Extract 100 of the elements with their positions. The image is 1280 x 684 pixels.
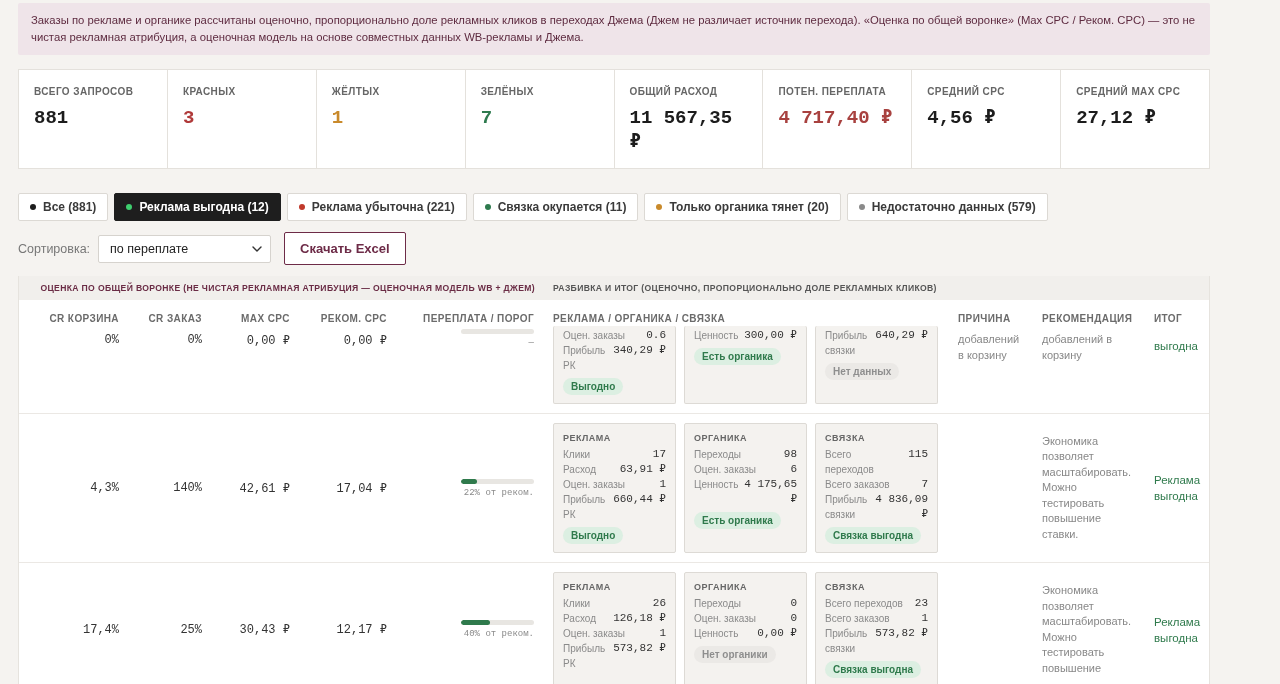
filter-tab[interactable]: Недостаточно данных (579) [846, 193, 1048, 221]
table-cell: 30,43 ₽ [239, 623, 290, 637]
info-notice: Заказы по рекламе и органике рассчитаны оценочно, пропорционально доле рекламных кликов в переходах Джема (Джем не различает источник перехода). «Оценка по общей воронке» (Max CPC / Реком. CPC) — это не чистая рекламная атрибуция, а оценочная модель на основе совместных данных WB-рекламы и Джема. [18, 3, 1210, 55]
stat-label: СРЕДНИЙ CPC [927, 86, 1005, 98]
card-title: ОРГАНИКА [694, 581, 747, 593]
metric-label: Оцен. заказы [563, 478, 625, 492]
status-badge: Есть органика [694, 348, 781, 365]
filter-tab[interactable]: Реклама выгодна (12) [114, 193, 281, 221]
metric-label: Расход [563, 463, 596, 477]
column-header: ПЕРЕПЛАТА / ПОРОГ [422, 313, 535, 324]
table-cell: 12,17 ₽ [336, 623, 387, 637]
metric-label: Оцен. заказы [694, 612, 756, 626]
progress-reading: 40% от реком. [463, 629, 534, 639]
stat-label: ПОТЕН. ПЕРЕПЛАТА [778, 86, 887, 98]
stat-value: 27,12 ₽ [1076, 106, 1156, 130]
metric-label: Прибыль РК [563, 642, 607, 671]
metric-value: 126,18 ₽ [613, 611, 666, 626]
chevron-down-icon [252, 245, 263, 252]
metric-value: 4 836,09 ₽ [874, 492, 928, 522]
metric-value: 340,29 ₽ [613, 343, 666, 358]
card-title: РЕКЛАМА [563, 432, 611, 444]
metric-value: 7 [921, 477, 928, 492]
card-title: РЕКЛАМА [563, 581, 611, 593]
status-badge: Нет данных [825, 363, 900, 380]
metric-value: 0 [790, 611, 797, 626]
metric-label: Прибыль РК [563, 344, 607, 373]
metric-label: Всего заказов [825, 478, 890, 492]
metric-label: Клики [563, 448, 591, 462]
status-badge: Связка выгодна [825, 661, 922, 678]
status-badge: Выгодно [563, 378, 624, 395]
column-header: CR КОРЗИНА [48, 313, 120, 324]
recommendation-text: Экономика позволяет масштабировать. Можно тестировать повышение [1042, 584, 1132, 674]
filter-tab[interactable]: Все (881) [18, 193, 109, 221]
metric-value: 300,00 ₽ [744, 328, 797, 343]
table-cell: 4,3% [90, 481, 119, 495]
stat-value: 881 [34, 106, 69, 130]
stat-label: ОБЩИЙ РАСХОД [629, 86, 718, 98]
result-text: выгодна [1154, 340, 1198, 352]
card-title: СВЯЗКА [825, 432, 865, 444]
column-header: ПРИЧИНА [957, 313, 1012, 324]
export-button[interactable]: Скачать Excel [284, 232, 406, 265]
metric-label: Всего переходов [825, 597, 903, 611]
column-header: MAX CPC [240, 313, 291, 324]
stat-label: ВСЕГО ЗАПРОСОВ [34, 86, 134, 98]
metric-value: 660,44 ₽ [613, 492, 666, 507]
metric-value: 6 [790, 462, 797, 477]
metric-label: Всего заказов [825, 612, 890, 626]
card-title: ОРГАНИКА [694, 432, 747, 444]
metric-label: Прибыль связки [825, 329, 869, 358]
metric-value: 0.6 [646, 328, 666, 343]
metric-label: Оцен. заказы [563, 627, 625, 641]
stat-value: 7 [480, 106, 493, 130]
metric-value: 26 [652, 596, 666, 611]
status-badge: Есть органика [694, 512, 781, 529]
result-text: Реклама выгодна [1154, 474, 1201, 502]
recommendation-text: Экономика позволяет масштабировать. Можно тестировать повышение ставки. [1042, 434, 1132, 540]
group-header: РАЗБИВКА И ИТОГ (ОЦЕНОЧНО, ПРОПОРЦИОНАЛЬНО ДОЛЕ РЕКЛАМНЫХ КЛИКОВ) [552, 283, 938, 293]
filter-tab[interactable]: Реклама убыточна (221) [286, 193, 467, 221]
status-badge: Связка выгодна [825, 527, 922, 544]
sort-select[interactable]: по переплате [98, 234, 272, 263]
stat-value: 4 717,40 ₽ [778, 106, 893, 130]
reason-text: добавлений в корзину [958, 333, 1020, 361]
stat-value: 4,56 ₽ [927, 106, 996, 130]
status-badge: Нет органики [694, 646, 776, 663]
metric-value: 98 [783, 447, 797, 462]
filter-tab[interactable]: Связка окупается (11) [472, 193, 639, 221]
table-cell: 0,00 ₽ [246, 334, 290, 348]
metric-label: Ценность [694, 329, 739, 343]
result-text: Реклама выгодна [1154, 615, 1201, 644]
metric-value: 573,82 ₽ [613, 641, 666, 656]
table-cell: 0% [104, 333, 119, 347]
table-cell: 25% [180, 622, 202, 637]
column-header: ИТОГ [1153, 313, 1184, 324]
metric-label: Клики [563, 597, 591, 611]
stat-label: КРАСНЫХ [182, 86, 236, 98]
metric-label: Прибыль связки [825, 493, 866, 522]
table-cell: 0% [187, 333, 202, 347]
metric-label: Ценность [694, 627, 739, 641]
metric-label: Переходы [694, 597, 741, 611]
table-cell: 0,00 ₽ [343, 334, 387, 348]
column-header: РЕКОМ. CPC [319, 313, 388, 324]
sort-label: Сортировка: [18, 241, 91, 256]
metric-value: 0 [790, 596, 797, 611]
metric-value: 17 [652, 447, 666, 462]
metric-label: Прибыль РК [563, 493, 607, 522]
metric-value: 115 [908, 447, 928, 462]
stat-label: ЖЁЛТЫХ [331, 86, 380, 98]
filter-tab[interactable]: Только органика тянет (20) [644, 193, 841, 221]
stat-label: СРЕДНИЙ MAX CPC [1076, 86, 1181, 98]
stat-label: ЗЕЛЁНЫХ [480, 86, 534, 98]
stat-value: 11 567,35 ₽ [629, 106, 734, 154]
metric-value: 23 [914, 596, 928, 611]
table-cell: 140% [173, 481, 202, 495]
column-header: CR ЗАКАЗ [147, 313, 203, 324]
metric-value: 0,00 ₽ [757, 626, 797, 641]
metric-value: 1 [921, 611, 928, 626]
metric-label: Всего переходов [825, 448, 875, 477]
metric-value: 1 [659, 477, 666, 492]
status-badge: Выгодно [563, 527, 624, 544]
stat-value: 3 [182, 106, 195, 130]
